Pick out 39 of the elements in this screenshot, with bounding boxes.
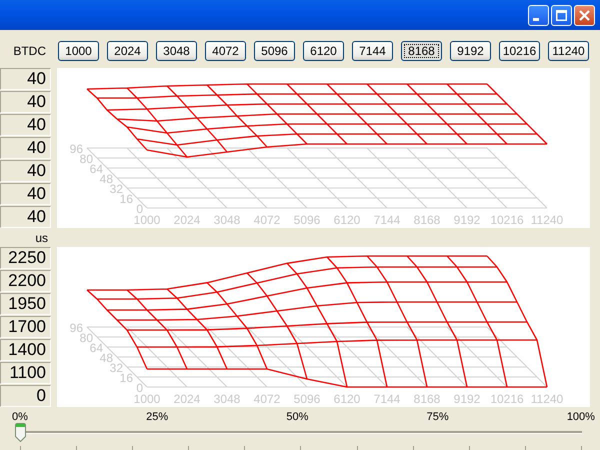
value-cell: 1950: [0, 293, 51, 315]
minimize-icon: [533, 18, 539, 20]
maximize-icon: [556, 10, 567, 20]
value-cell: 40: [0, 91, 51, 113]
minimize-button[interactable]: [528, 4, 549, 26]
value-cell: 2250: [0, 247, 51, 269]
close-icon: [579, 10, 590, 20]
unit-label: BTDC: [12, 44, 47, 58]
value-cell: 1100: [0, 362, 51, 384]
rpm-button[interactable]: 1000: [58, 41, 99, 61]
rpm-button[interactable]: 4072: [205, 41, 246, 61]
rpm-button[interactable]: 2024: [107, 41, 148, 61]
value-cell: 1700: [0, 316, 51, 338]
rpm-button[interactable]: 7144: [352, 41, 393, 61]
value-cell: 40: [0, 183, 51, 205]
value-cell: 1400: [0, 339, 51, 361]
value-cell: 40: [0, 114, 51, 136]
rpm-button[interactable]: 9192: [450, 41, 491, 61]
rpm-button[interactable]: 8168: [401, 41, 442, 61]
slider-label: 75%: [426, 411, 449, 423]
slider-label: 100%: [566, 411, 595, 423]
value-cell: 40: [0, 206, 51, 228]
value-cell: 2200: [0, 270, 51, 292]
rpm-button[interactable]: 5096: [254, 41, 295, 61]
rpm-button[interactable]: 3048: [156, 41, 197, 61]
maximize-button[interactable]: [551, 4, 572, 26]
slider-label: 50%: [286, 411, 308, 423]
rpm-button[interactable]: 6120: [303, 41, 344, 61]
value-cell: 0: [0, 385, 51, 407]
slider-thumb[interactable]: [15, 423, 26, 442]
value-cell: 40: [0, 160, 51, 182]
unit-label: us: [34, 230, 48, 244]
close-button[interactable]: [574, 4, 595, 26]
value-cell: 40: [0, 68, 51, 90]
rpm-button[interactable]: 10216: [499, 41, 540, 61]
slider-label: 0%: [12, 411, 28, 423]
value-cell: 40: [0, 137, 51, 159]
slider-label: 25%: [146, 411, 168, 423]
rpm-button[interactable]: 11240: [548, 41, 589, 61]
